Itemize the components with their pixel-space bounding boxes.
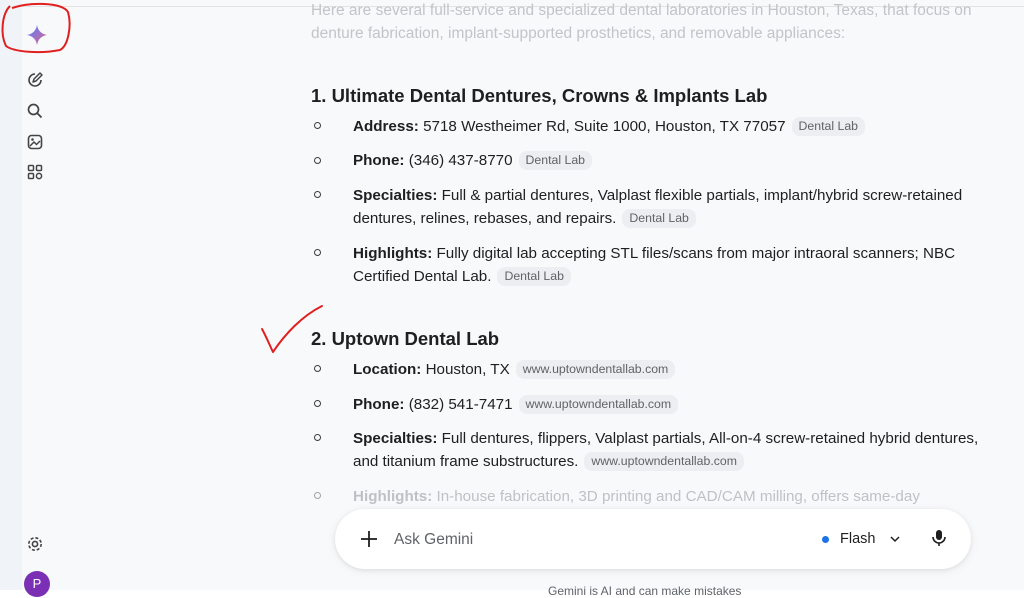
source-chip[interactable]: Dental Lab (518, 151, 593, 170)
search-icon[interactable] (26, 102, 44, 120)
list-item: Phone: (346) 437-8770 Dental Lab (353, 149, 1001, 172)
item-text: (346) 437-8770 (404, 152, 513, 169)
intro-line-1: Here are several full-service and specia… (311, 2, 972, 19)
list-item: Highlights: Fully digital lab accepting … (353, 242, 1001, 288)
avatar[interactable]: P (24, 571, 50, 597)
intro-line-2: denture fabrication, implant-supported p… (311, 25, 846, 42)
sidebar-strip (0, 0, 22, 590)
list-item: Specialties: Full dentures, flippers, Va… (353, 427, 1001, 473)
item-label: Highlights: (353, 245, 433, 262)
bullet-icon (313, 155, 323, 165)
item-label: Highlights: (353, 488, 433, 505)
new-chat-icon[interactable] (26, 71, 44, 89)
item-label: Phone: (353, 396, 405, 413)
prompt-input[interactable] (392, 528, 796, 552)
item-text: 5718 Westheimer Rd, Suite 1000, Houston,… (418, 118, 786, 135)
item-label: Address: (353, 118, 419, 135)
item-text: Fully digital lab accepting STL files/sc… (353, 245, 956, 285)
list-item: Address: 5718 Westheimer Rd, Suite 1000,… (353, 115, 1001, 138)
source-chip[interactable]: Dental Lab (622, 209, 696, 228)
model-selector-button[interactable]: Flash (822, 526, 901, 552)
list-item: Specialties: Full & partial dentures, Va… (353, 184, 1001, 230)
disclaimer-text: Gemini is AI and can make mistakes (548, 584, 742, 598)
section-heading-2: 2. Uptown Dental Lab (311, 328, 500, 349)
source-chip[interactable]: www.uptowndentallab.com (584, 452, 744, 471)
list-item: Phone: (832) 541-7471 www.uptowndentallab… (353, 393, 1001, 416)
mic-icon[interactable] (928, 527, 950, 549)
list-item: Location: Houston, TX www.uptowndentallab… (353, 358, 1001, 381)
gems-icon[interactable] (26, 163, 44, 181)
bullet-icon (313, 432, 323, 442)
settings-icon[interactable] (26, 535, 44, 553)
item-label: Phone: (353, 152, 405, 169)
chevron-down-icon (890, 536, 900, 543)
plus-icon[interactable] (359, 529, 379, 549)
bullet-icon (313, 363, 323, 373)
source-chip[interactable]: Dental Lab (791, 117, 866, 136)
section-heading-1: 1. Ultimate Dental Dentures, Crowns & Im… (311, 85, 768, 106)
item-text: In-house fabrication, 3D printing and CA… (432, 488, 920, 505)
item-text: (832) 541-7471 (404, 396, 513, 413)
source-chip[interactable]: www.uptowndentallab.com (518, 395, 679, 414)
item-label: Specialties: (353, 430, 438, 447)
gemini-logo-icon[interactable] (26, 24, 48, 46)
bullet-icon (313, 247, 323, 257)
list-item: Highlights: In-house fabrication, 3D pri… (353, 485, 1001, 508)
model-label: Flash (840, 531, 876, 547)
bullet-icon (313, 398, 323, 408)
item-text: Houston, TX (421, 361, 510, 378)
source-chip[interactable]: Dental Lab (497, 267, 571, 286)
bullet-icon (313, 189, 323, 199)
prompt-composer: Flash (335, 509, 971, 569)
gallery-icon[interactable] (26, 133, 44, 151)
item-label: Specialties: (353, 187, 438, 204)
source-chip[interactable]: www.uptowndentallab.com (515, 360, 676, 379)
model-status-dot (822, 535, 829, 543)
bullet-icon (313, 120, 323, 130)
item-label: Location: (353, 361, 422, 378)
bullet-icon (313, 490, 323, 500)
